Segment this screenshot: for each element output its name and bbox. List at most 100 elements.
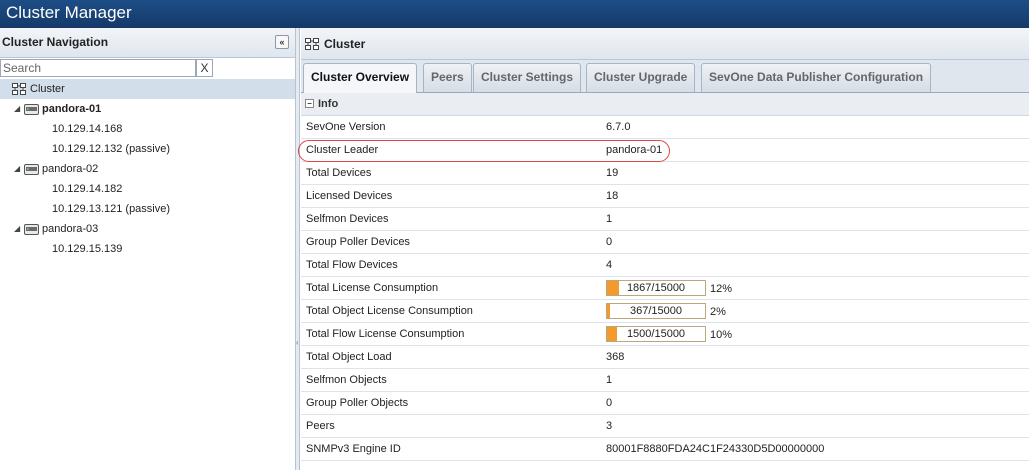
info-label: Total Flow Devices [306,259,398,271]
info-row: Total Devices 19 [301,162,1029,185]
nav-header-title: Cluster Navigation [2,35,109,49]
percent-label: 2% [710,306,726,318]
info-row: Total Flow License Consumption 1500/15000… [301,323,1029,346]
info-label: Total Devices [306,167,372,179]
info-row: Total License Consumption 1867/15000 12% [301,277,1029,300]
app-title-bar: Cluster Manager [0,0,1029,28]
collapse-section-icon[interactable]: − [305,99,314,108]
info-section-header[interactable]: − Info [301,93,1029,116]
app-title: Cluster Manager [6,3,132,22]
server-icon [24,104,39,115]
cluster-main-panel: Cluster Cluster Overview Peers Cluster Set… [298,28,1029,470]
cluster-icon [12,83,26,95]
tab-cluster-upgrade[interactable]: Cluster Upgrade [586,63,696,92]
info-value: 3 [606,420,613,432]
node-label: pandora-01 [42,103,102,115]
ip-label: 10.129.15.139 [52,243,123,255]
info-label: Selfmon Devices [306,213,389,225]
progress-text: 367/15000 [630,305,682,317]
splitter-grip-icon[interactable]: ‹ [296,338,299,358]
info-value: 80001F8880FDA24C1F24330D5D00000000 [606,443,825,455]
license-progress-bar: 367/15000 [606,303,706,319]
percent-label: 12% [710,283,733,295]
info-value: 0 [606,236,613,248]
tree-item-cluster[interactable]: Cluster [0,79,295,99]
info-table: SevOne Version 6.7.0 Cluster Leader pandora… [298,116,1029,461]
info-row: Peers 3 [301,415,1029,438]
info-row: Group Poller Objects 0 [301,392,1029,415]
info-value: 1 [606,213,613,225]
ip-label: 10.129.14.182 [52,183,123,195]
info-row: SNMPv3 Engine ID 80001F8880FDA24C1F24330D… [301,438,1029,461]
info-row: Selfmon Devices 1 [301,208,1029,231]
ip-label: 10.129.14.168 [52,123,123,135]
ip-label: 10.129.13.121 (passive) [52,203,171,215]
expand-triangle-icon[interactable]: ◢ [14,159,20,179]
info-row: Total Object Load 368 [301,346,1029,369]
info-row: Selfmon Objects 1 [301,369,1029,392]
info-value: 18 [606,190,619,202]
nav-header: Cluster Navigation « [0,28,295,58]
info-row: Total Flow Devices 4 [301,254,1029,277]
license-progress-bar: 1500/15000 [606,326,706,342]
tree-item-ip[interactable]: 10.129.15.139 [0,239,295,259]
info-row: Licensed Devices 18 [301,185,1029,208]
expand-triangle-icon[interactable]: ◢ [14,219,20,239]
search-input[interactable] [0,59,196,77]
info-value: 368 [606,351,625,363]
info-row: Cluster Leader pandora-01 [298,139,1029,162]
license-progress-bar: 1867/15000 [606,280,706,296]
tab-cluster-settings[interactable]: Cluster Settings [473,63,582,92]
info-value: 4 [606,259,613,271]
node-label: pandora-03 [42,223,99,235]
expand-triangle-icon[interactable]: ◢ [14,99,20,119]
tree-item-ip[interactable]: 10.129.14.168 [0,119,295,139]
search-clear-button[interactable]: X [196,59,213,77]
cluster-navigation-panel: Cluster Navigation « X Cluster ◢ pandora-… [0,28,296,470]
info-label: Licensed Devices [306,190,393,202]
info-value: 6.7.0 [606,121,631,133]
info-row: Group Poller Devices 0 [301,231,1029,254]
server-icon [24,164,39,175]
info-label: Peers [306,420,335,432]
progress-text: 1867/15000 [626,282,686,294]
info-label: SevOne Version [306,121,386,133]
node-label: pandora-02 [42,163,99,175]
tree-item-ip[interactable]: 10.129.13.121 (passive) [0,199,295,219]
cluster-tree: Cluster ◢ pandora-01 10.129.14.168 10.129.1… [0,79,295,259]
tree-item-ip[interactable]: 10.129.12.132 (passive) [0,139,295,159]
tree-item-label: Cluster [30,83,65,95]
server-icon [24,224,39,235]
page-title: Cluster [324,37,366,51]
info-value: pandora-01 [606,144,663,156]
tab-peers[interactable]: Peers [423,63,472,92]
info-label: SNMPv3 Engine ID [306,443,401,455]
percent-label: 10% [710,329,733,341]
info-value: 0 [606,397,613,409]
info-row: SevOne Version 6.7.0 [301,116,1029,139]
info-label: Total Object License Consumption [306,305,473,317]
main-header: Cluster [301,28,1029,60]
panel-splitter[interactable]: ‹ [296,28,300,470]
cluster-icon [305,38,319,50]
info-label: Total Object Load [306,351,392,363]
progress-text: 1500/15000 [626,328,686,340]
search-row: X [0,59,295,79]
info-label: Cluster Leader [306,144,379,156]
info-row: Total Object License Consumption 367/1500… [301,300,1029,323]
info-label: Total License Consumption [306,282,439,294]
tree-item-node[interactable]: ◢ pandora-02 [0,159,295,179]
tree-item-node[interactable]: ◢ pandora-03 [0,219,295,239]
tree-item-ip[interactable]: 10.129.14.182 [0,179,295,199]
tab-sevone-data-publisher-configuration[interactable]: SevOne Data Publisher Configuration [701,63,932,92]
info-label: Group Poller Devices [306,236,410,248]
info-label: Selfmon Objects [306,374,387,386]
collapse-panel-icon[interactable]: « [275,35,289,49]
tree-item-node[interactable]: ◢ pandora-01 [0,99,295,119]
info-label: Total Flow License Consumption [306,328,465,340]
ip-label: 10.129.12.132 (passive) [52,143,171,155]
info-value: 19 [606,167,619,179]
tab-cluster-overview[interactable]: Cluster Overview [303,63,418,93]
info-value: 1 [606,374,613,386]
section-title: Info [318,98,339,110]
